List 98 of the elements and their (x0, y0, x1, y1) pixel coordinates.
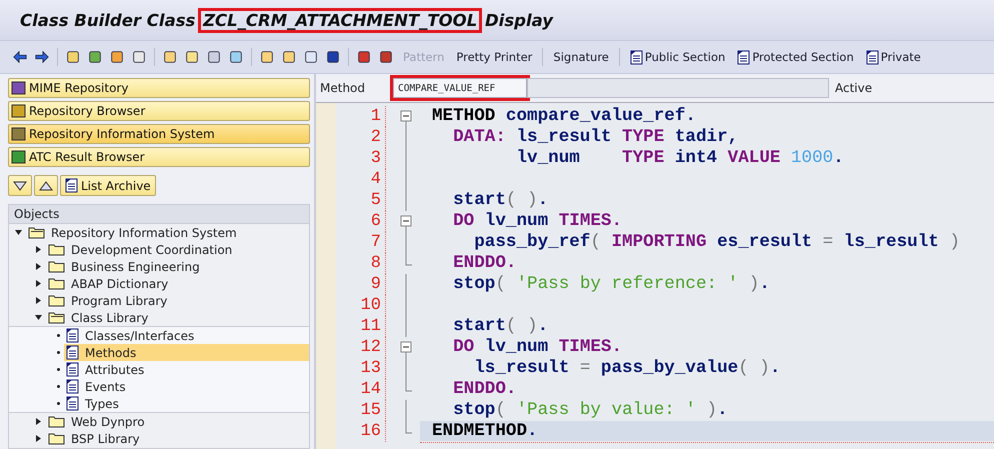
window-title: Class Builder Class (20, 10, 196, 30)
back-arrow-icon[interactable] (12, 49, 28, 65)
code-line: pass_by_ref( IMPORTING es_result = ls_result ) (473, 232, 961, 253)
code-line: DO lv_num TIMES. (452, 211, 624, 232)
document-icon (66, 362, 79, 377)
line-number: 1 (336, 106, 386, 127)
app-icon (11, 81, 26, 95)
folder-icon (48, 311, 65, 324)
bullet-icon (57, 368, 60, 371)
folder-icon (48, 260, 65, 273)
line-number: 15 (336, 400, 386, 421)
code-line: METHOD compare_value_ref. (431, 106, 697, 127)
nav-button[interactable]: Repository Browser (8, 101, 310, 121)
toolbar-button[interactable]: Signature (550, 50, 612, 64)
tree-item[interactable]: Methods (64, 344, 309, 361)
app-icon (11, 127, 26, 141)
nav-button[interactable]: MIME Repository (8, 78, 310, 98)
collapsed-icon[interactable] (35, 297, 42, 304)
collapse-all-button[interactable] (34, 175, 58, 196)
chevron-up-icon (39, 180, 53, 192)
line-number: 13 (336, 358, 386, 379)
code-line: DATA: ls_result TYPE tadir, (452, 127, 740, 148)
line-number: 9 (336, 274, 386, 295)
forward-arrow-icon[interactable] (34, 49, 50, 65)
window-title-suffix: Display (484, 10, 554, 30)
tree-item[interactable]: Class Library (46, 309, 309, 326)
document-icon (866, 50, 879, 64)
collapsed-icon[interactable] (35, 246, 42, 253)
expand-all-button[interactable] (8, 175, 32, 196)
line-number: 2 (336, 127, 386, 148)
chevron-down-icon (13, 180, 27, 192)
document-icon (630, 50, 643, 64)
toolbar-button[interactable]: Public Section (626, 50, 728, 64)
document-icon (65, 178, 78, 193)
objects-header: Objects (9, 205, 309, 224)
class-name: ZCL_CRM_ATTACHMENT_TOOL (201, 10, 480, 30)
tree-item[interactable]: Repository Information System (26, 224, 309, 241)
tree-item[interactable]: BSP Library (46, 430, 309, 447)
bullet-icon (57, 385, 60, 388)
collapsed-icon[interactable] (35, 263, 42, 270)
tree-item[interactable]: Classes/Interfaces (64, 327, 309, 344)
folder-icon (48, 294, 65, 307)
toolbar-button[interactable]: Protected Section (734, 50, 857, 64)
line-number: 14 (336, 379, 386, 400)
app-icon (11, 150, 26, 164)
folder-icon (48, 277, 65, 290)
expanded-icon[interactable] (15, 229, 22, 236)
code-line: start( ). (452, 190, 550, 211)
document-icon (66, 379, 79, 394)
code-line: DO lv_num TIMES. (452, 337, 624, 358)
tree-item[interactable]: Types (64, 395, 309, 412)
folder-icon (28, 226, 45, 239)
tree-item[interactable]: Web Dynpro (46, 413, 309, 430)
method-field[interactable]: COMPARE_VALUE_REF (393, 78, 527, 98)
code-line: start( ). (452, 316, 550, 337)
tree-item[interactable]: Development Coordination (46, 241, 309, 258)
nav-button[interactable]: ATC Result Browser (8, 147, 310, 167)
nav-button[interactable]: Repository Information System (8, 124, 310, 144)
toolbar-button[interactable]: Pretty Printer (453, 50, 536, 64)
line-number: 5 (336, 190, 386, 211)
code-line: ENDDO. (452, 253, 518, 274)
line-number: 8 (336, 253, 386, 274)
folder-icon (48, 432, 65, 445)
expanded-icon[interactable] (35, 314, 42, 321)
description-field[interactable] (527, 78, 829, 98)
toolbar-button[interactable]: Private (862, 50, 924, 64)
bullet-icon (57, 334, 60, 337)
folder-icon (48, 243, 65, 256)
bullet-icon (57, 351, 60, 354)
code-line: ENDDO. (452, 379, 518, 400)
collapsed-icon[interactable] (35, 435, 42, 442)
line-number: 6 (336, 211, 386, 232)
code-line: stop( 'Pass by value: ' ). (452, 400, 729, 421)
line-number: 4 (336, 169, 386, 190)
status-text: Active (835, 81, 872, 95)
app-icon (11, 104, 26, 118)
document-icon (66, 345, 79, 360)
line-number: 16 (336, 421, 386, 442)
tree-item[interactable]: Events (64, 378, 309, 395)
line-number: 7 (336, 232, 386, 253)
tree-item[interactable]: Attributes (64, 361, 309, 378)
code-line: ls_result = pass_by_value( ). (473, 358, 782, 379)
bullet-icon (57, 402, 60, 405)
line-number: 12 (336, 337, 386, 358)
line-number: 11 (336, 316, 386, 337)
code-line: lv_num TYPE int4 VALUE 1000. (515, 148, 845, 169)
line-number: 3 (336, 148, 386, 169)
list-archive-button[interactable]: List Archive (60, 175, 156, 196)
tree-item[interactable]: Program Library (46, 292, 309, 309)
tree-item[interactable]: ABAP Dictionary (46, 275, 309, 292)
line-number: 10 (336, 295, 386, 316)
tree-item[interactable]: Business Engineering (46, 258, 309, 275)
collapsed-icon[interactable] (35, 280, 42, 287)
document-icon (737, 50, 750, 64)
code-line: stop( 'Pass by reference: ' ). (452, 274, 771, 295)
collapsed-icon[interactable] (35, 418, 42, 425)
folder-icon (48, 415, 65, 428)
method-label: Method (320, 81, 366, 95)
